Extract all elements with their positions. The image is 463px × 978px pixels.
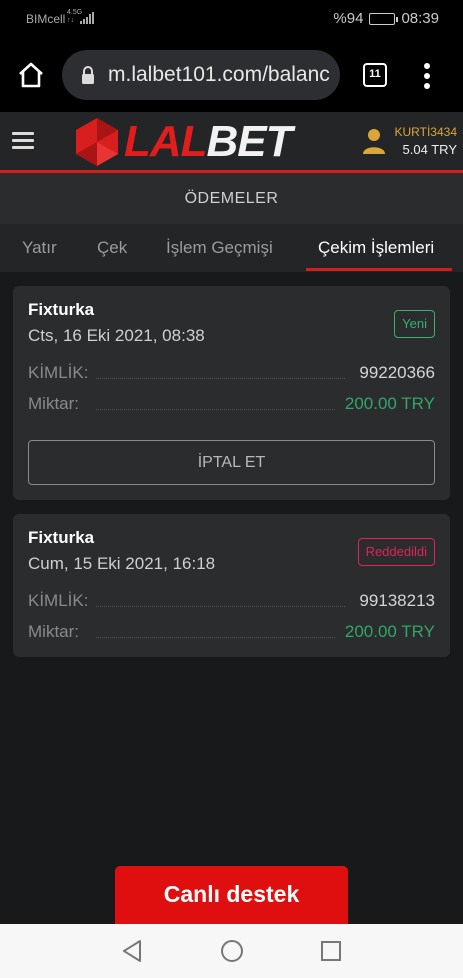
tabs-icon[interactable]: 11: [363, 63, 387, 87]
amount-row: Miktar: 200.00 TRY: [28, 394, 435, 416]
status-badge: Yeni: [394, 310, 435, 338]
tab-withdrawals[interactable]: Çekim İşlemleri: [318, 238, 434, 258]
page-title: ÖDEMELER: [0, 173, 463, 224]
id-label: KİMLİK:: [28, 591, 89, 610]
amount-value: 200.00 TRY: [344, 394, 435, 413]
tab-history[interactable]: İşlem Geçmişi: [166, 238, 273, 258]
url-text: m.lalbet101.com/balanc: [108, 63, 330, 86]
browser-toolbar: m.lalbet101.com/balanc 11: [0, 40, 463, 112]
payment-method: Fixturka: [28, 528, 95, 547]
status-bar: BIMcell 4.5G ↑↓ %94 08:39: [0, 0, 463, 40]
amount-value: 200.00 TRY: [344, 622, 435, 641]
amount-label: Miktar:: [28, 394, 79, 413]
tab-bar: Yatır Çek İşlem Geçmişi Çekim İşlemleri: [0, 224, 463, 272]
status-badge: Reddedildi: [357, 538, 435, 566]
battery-percent: %94: [333, 10, 364, 27]
hamburger-icon[interactable]: [12, 132, 34, 150]
id-value: 99138213: [359, 591, 435, 610]
user-icon[interactable]: [362, 127, 386, 155]
id-value: 99220366: [359, 363, 435, 382]
active-tab-indicator: [306, 268, 452, 271]
more-vert-icon[interactable]: [422, 62, 432, 90]
logo[interactable]: LALBET: [124, 117, 293, 167]
request-date: Cum, 15 Eki 2021, 16:18: [28, 554, 216, 573]
address-bar[interactable]: m.lalbet101.com/balanc: [62, 50, 340, 100]
id-row: KİMLİK: 99138213: [28, 591, 435, 613]
signal-icon: [80, 12, 94, 24]
balance: 5.04 TRY: [402, 142, 457, 157]
square-recent-icon[interactable]: [320, 940, 342, 962]
lock-icon: [82, 66, 94, 84]
payment-method: Fixturka: [28, 300, 95, 319]
request-date: Cts, 16 Eki 2021, 08:38: [28, 326, 205, 345]
clock: 08:39: [401, 10, 439, 27]
id-label: KİMLİK:: [28, 363, 89, 382]
cancel-withdrawal-button[interactable]: İPTAL ET: [28, 440, 435, 485]
withdrawal-card: Fixturka Cum, 15 Eki 2021, 16:18 Reddedi…: [13, 514, 450, 657]
battery-icon: [369, 12, 399, 25]
home-icon[interactable]: [16, 60, 46, 90]
withdrawal-card: Fixturka Cts, 16 Eki 2021, 08:38 Yeni Kİ…: [13, 286, 450, 500]
carrier-label: BIMcell: [26, 12, 66, 26]
back-triangle-icon[interactable]: [121, 939, 143, 963]
status-right: %94 08:39: [333, 10, 439, 27]
tab-deposit[interactable]: Yatır: [22, 238, 57, 258]
amount-row: Miktar: 200.00 TRY: [28, 622, 435, 644]
logo-icon[interactable]: [70, 115, 124, 169]
withdrawals-list: Fixturka Cts, 16 Eki 2021, 08:38 Yeni Kİ…: [0, 272, 463, 924]
site-header: LALBET KURTİ3434 5.04 TRY: [0, 112, 463, 170]
tab-withdraw[interactable]: Çek: [97, 238, 127, 258]
system-nav-bar: [0, 924, 463, 978]
id-row: KİMLİK: 99220366: [28, 363, 435, 385]
live-support-button[interactable]: Canlı destek: [115, 866, 348, 924]
username[interactable]: KURTİ3434: [395, 125, 457, 139]
circle-home-icon[interactable]: [220, 939, 244, 963]
amount-label: Miktar:: [28, 622, 79, 641]
